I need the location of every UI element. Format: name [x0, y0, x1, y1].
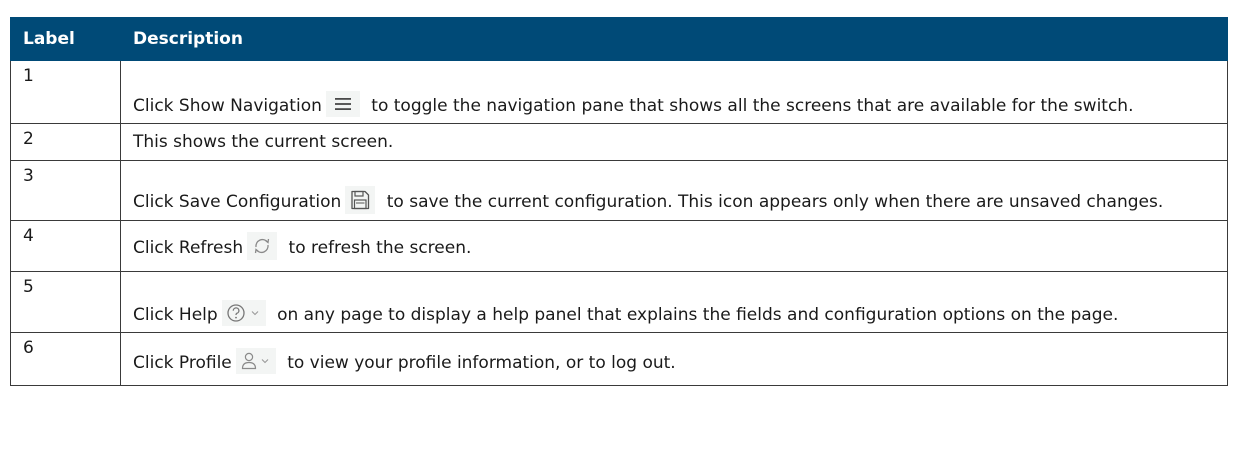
table-row: 6 Click Profile to view your profile inf…	[10, 332, 1228, 386]
description-text: This shows the current screen.	[133, 131, 394, 152]
row-label: 5	[10, 271, 121, 333]
description-rest: to toggle the navigation pane that shows…	[371, 96, 1134, 116]
help-dropdown-icon	[221, 300, 266, 326]
table-row: 4 Click Refresh to refresh the screen.	[10, 220, 1228, 272]
table-header-row: Label Description	[10, 17, 1228, 61]
hamburger-menu-icon	[325, 91, 360, 117]
save-icon	[345, 186, 376, 214]
description-text: Click Profile to view your profile infor…	[133, 348, 1215, 376]
description-lead: Click Help	[133, 305, 218, 325]
description-text: Click Help on any page to display a help…	[133, 300, 1215, 328]
description-lead: Click Save Configuration	[133, 192, 342, 212]
row-label: 2	[10, 123, 121, 161]
description-column-header: Description	[120, 17, 1228, 61]
description-lead: Click Refresh	[133, 238, 244, 258]
refresh-icon	[247, 232, 278, 260]
description-text: Click Save Configuration to save the cur…	[133, 186, 1215, 216]
row-description: Click Save Configuration to save the cur…	[120, 160, 1228, 221]
row-description: Click Profile to view your profile infor…	[120, 332, 1228, 386]
table-row: 2 This shows the current screen.	[10, 123, 1228, 161]
row-label: 3	[10, 160, 121, 221]
description-rest: to view your profile information, or to …	[287, 353, 676, 373]
table-row: 1 Click Show Navigation to toggle the na…	[10, 60, 1228, 124]
label-description-table: Label Description 1 Click Show Navigatio…	[10, 17, 1228, 386]
row-description: Click Refresh to refresh the screen.	[120, 220, 1228, 272]
description-text: Click Show Navigation to toggle the navi…	[133, 91, 1215, 119]
row-label: 4	[10, 220, 121, 272]
description-rest: to save the current configuration. This …	[386, 192, 1164, 212]
description-rest: on any page to display a help panel that…	[277, 305, 1119, 325]
row-label: 1	[10, 60, 121, 124]
table-row: 5 Click Help on any page to display a he…	[10, 271, 1228, 333]
description-lead: Click Show Navigation	[133, 96, 322, 116]
row-description: Click Help on any page to display a help…	[120, 271, 1228, 333]
profile-dropdown-icon	[235, 348, 276, 374]
description-rest: to refresh the screen.	[288, 238, 472, 258]
description-text: Click Refresh to refresh the screen.	[133, 232, 1215, 262]
description-lead: Click Profile	[133, 353, 232, 373]
row-description: Click Show Navigation to toggle the navi…	[120, 60, 1228, 124]
row-description: This shows the current screen.	[120, 123, 1228, 161]
label-column-header: Label	[10, 17, 121, 61]
table-row: 3 Click Save Configuration to save the c…	[10, 160, 1228, 221]
row-label: 6	[10, 332, 121, 386]
